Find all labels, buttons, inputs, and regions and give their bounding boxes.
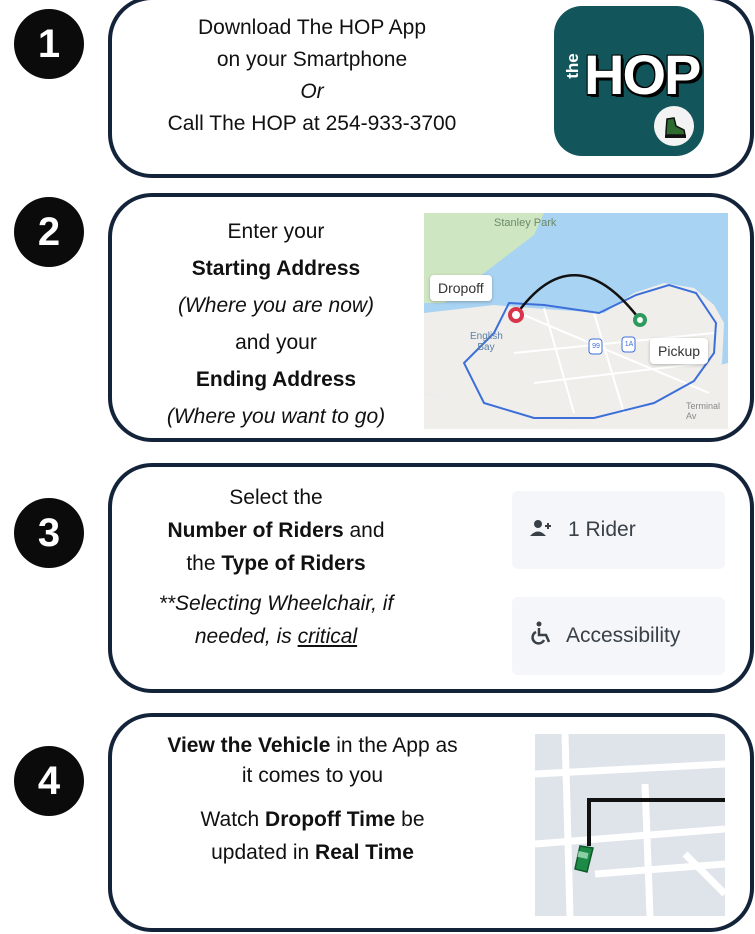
logo-small-text: the bbox=[562, 53, 582, 79]
logo-big-text: HOP bbox=[584, 43, 701, 106]
map-bay-label: English Bay bbox=[470, 331, 503, 353]
step-2-line-2: Starting Address bbox=[191, 257, 361, 280]
step-3-bold-2: Type of Riders bbox=[221, 552, 366, 575]
step-3-underlined: critical bbox=[297, 625, 358, 648]
accessibility-option[interactable]: Accessibility bbox=[512, 597, 725, 675]
step-4-line-4: updated in Real Time bbox=[120, 835, 505, 871]
step-1-number: 1 bbox=[14, 9, 84, 79]
accessibility-label: Accessibility bbox=[566, 624, 681, 647]
step-4-plain-4: updated in bbox=[211, 841, 316, 864]
step-3-text: Select the Number of Riders and the Type… bbox=[130, 485, 422, 657]
map-road-label: Terminal Av bbox=[686, 401, 721, 421]
step-3-line-4: **Selecting Wheelchair, if bbox=[158, 592, 394, 615]
step-2-line-4: and your bbox=[235, 331, 317, 354]
rider-count-label: 1 Rider bbox=[568, 518, 636, 541]
step-1-line-4: Call The HOP at 254-933-3700 bbox=[167, 112, 457, 135]
map-shield-1: 99 bbox=[592, 343, 600, 350]
step-1-line-1: Download The HOP App bbox=[197, 16, 427, 39]
step-3-plain-2: the bbox=[186, 552, 222, 575]
step-4-line-1: View the Vehicle in the App as bbox=[120, 731, 505, 761]
add-rider-icon bbox=[530, 517, 554, 543]
step-4-line-3: Watch Dropoff Time be bbox=[120, 805, 505, 835]
step-3-plain-1: and bbox=[343, 519, 385, 542]
rider-count-option[interactable]: 1 Rider bbox=[512, 491, 725, 569]
walking-shoe-icon bbox=[654, 106, 694, 146]
step-4-line-2: it comes to you bbox=[241, 764, 384, 787]
step-4-plain-2: Watch bbox=[200, 808, 266, 831]
step-4-number: 4 bbox=[14, 746, 84, 816]
step-4-bold-3: Real Time bbox=[315, 841, 414, 864]
step-3-line-1: Select the bbox=[229, 486, 323, 509]
step-3-number: 3 bbox=[14, 498, 84, 568]
map-park-label: Stanley Park bbox=[494, 217, 557, 229]
step-2-text: Enter your Starting Address (Where you a… bbox=[130, 213, 422, 435]
step-2-line-6: (Where you want to go) bbox=[166, 405, 386, 428]
step-3-line-5: needed, is critical bbox=[130, 617, 422, 657]
step-2-line-1: Enter your bbox=[227, 220, 325, 243]
step-3-bold-1: Number of Riders bbox=[167, 519, 344, 542]
hop-app-logo: the HOP bbox=[554, 6, 704, 156]
step-2-line-3: (Where you are now) bbox=[177, 294, 375, 317]
step-1-line-3: Or bbox=[300, 80, 324, 103]
map-pickup-label: Pickup bbox=[650, 338, 709, 364]
step-4-bold-1: View the Vehicle bbox=[167, 734, 331, 757]
step-2-line-5: Ending Address bbox=[195, 368, 357, 391]
step-4-plain-3: be bbox=[395, 808, 425, 831]
step-2-number: 2 bbox=[14, 197, 84, 267]
step-4-text: View the Vehicle in the App as it comes … bbox=[120, 731, 505, 871]
step-3-plain-3: needed, is bbox=[194, 625, 298, 648]
step-1-line-2: on your Smartphone bbox=[216, 48, 408, 71]
route-map: Stanley Park English Bay 99 1A Terminal … bbox=[424, 213, 728, 429]
wheelchair-icon bbox=[530, 621, 552, 651]
step-1-text: Download The HOP App on your Smartphone … bbox=[122, 12, 502, 140]
step-4-plain-1: in the App as bbox=[330, 734, 458, 757]
step-3-line-3: the Type of Riders bbox=[130, 551, 422, 577]
map-dropoff-label: Dropoff bbox=[430, 275, 492, 301]
vehicle-map bbox=[535, 734, 725, 916]
step-4-bold-2: Dropoff Time bbox=[265, 808, 396, 831]
map-shield-2: 1A bbox=[624, 341, 634, 348]
step-3-line-2: Number of Riders and bbox=[130, 511, 422, 551]
